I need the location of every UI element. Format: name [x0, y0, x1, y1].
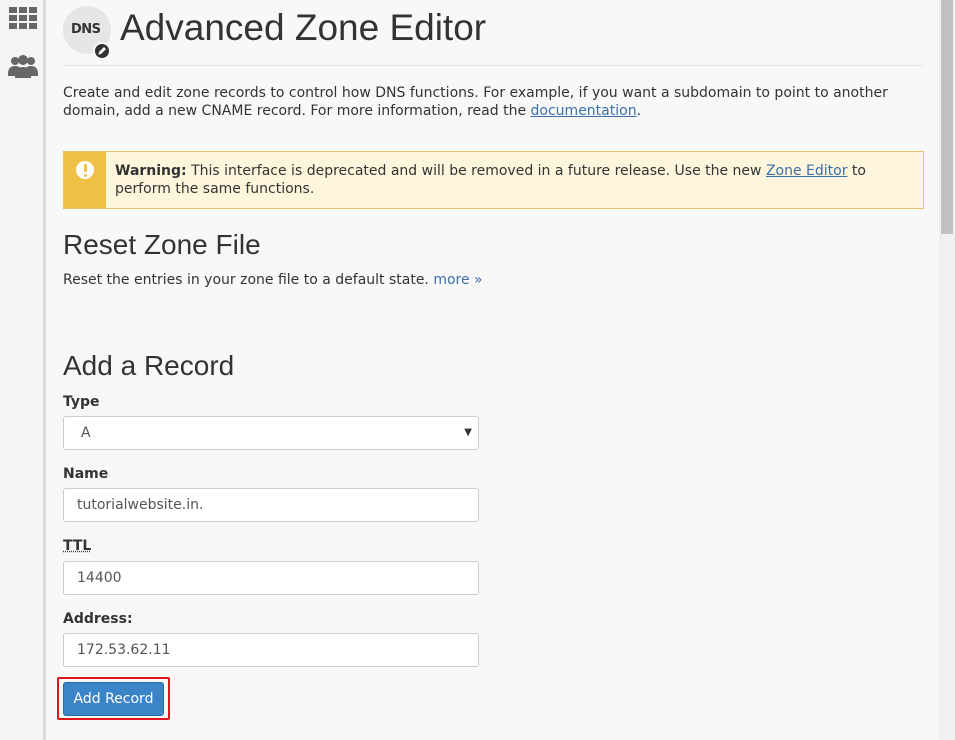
type-select[interactable]: A ▼ — [63, 416, 479, 450]
intro-body: Create and edit zone records to control … — [63, 85, 888, 119]
documentation-link[interactable]: documentation — [531, 103, 637, 119]
type-selected-value: A — [81, 425, 91, 441]
dropdown-caret-icon: ▼ — [464, 427, 472, 438]
main-content: DNS Advanced Zone Editor Create and edit… — [57, 0, 924, 720]
intro-end: . — [636, 103, 642, 119]
page-header: DNS Advanced Zone Editor — [63, 0, 923, 66]
left-sidebar — [0, 0, 46, 740]
dns-editor-icon: DNS — [63, 6, 111, 60]
warning-text: Warning: This interface is deprecated an… — [115, 162, 905, 198]
add-record-title: Add a Record — [63, 350, 235, 381]
apps-grid-icon[interactable] — [8, 4, 38, 34]
warning-sidebar — [64, 152, 106, 208]
users-icon[interactable] — [8, 52, 38, 82]
ttl-label: TTL — [63, 538, 92, 554]
add-record-button[interactable]: Add Record — [63, 682, 164, 716]
ttl-input[interactable]: 14400 — [63, 561, 479, 595]
name-input-value: tutorialwebsite.in. — [77, 497, 204, 513]
warning-strong: Warning: — [115, 163, 187, 179]
type-label: Type — [63, 394, 100, 410]
deprecation-warning: Warning: This interface is deprecated an… — [63, 151, 924, 209]
page-scrollbar[interactable] — [939, 0, 955, 740]
scrollbar-thumb[interactable] — [941, 0, 953, 234]
zone-editor-link[interactable]: Zone Editor — [766, 163, 848, 179]
reset-more-link[interactable]: more » — [433, 272, 482, 288]
address-input-value: 172.53.62.11 — [77, 642, 171, 658]
warning-body: This interface is deprecated and will be… — [186, 163, 766, 179]
exclamation-icon — [76, 161, 94, 179]
dns-icon-label: DNS — [71, 22, 101, 37]
address-input[interactable]: 172.53.62.11 — [63, 633, 479, 667]
ttl-input-value: 14400 — [77, 570, 122, 586]
name-label: Name — [63, 466, 109, 482]
reset-description-text: Reset the entries in your zone file to a… — [63, 272, 434, 288]
page-title: Advanced Zone Editor — [120, 7, 487, 48]
address-label: Address: — [63, 611, 133, 627]
reset-zone-title: Reset Zone File — [63, 229, 261, 260]
name-input[interactable]: tutorialwebsite.in. — [63, 488, 479, 522]
reset-zone-description: Reset the entries in your zone file to a… — [63, 272, 483, 288]
intro-text: Create and edit zone records to control … — [63, 84, 923, 120]
pencil-icon — [93, 42, 111, 60]
